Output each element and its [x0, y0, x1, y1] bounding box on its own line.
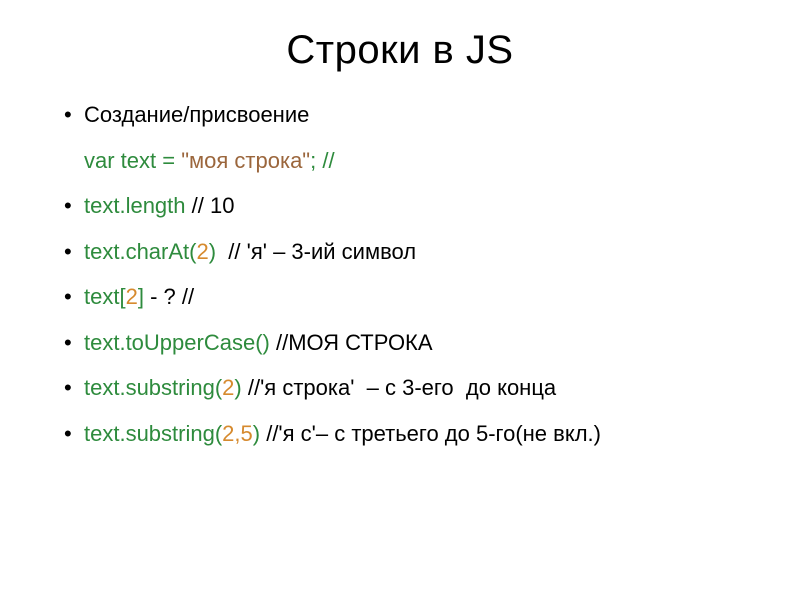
text-segment: ) — [253, 421, 260, 446]
text-segment: ) — [234, 375, 241, 400]
text-segment: 2,5 — [222, 421, 253, 446]
text-segment: "моя строка" — [181, 148, 310, 173]
text-segment: - ? // — [144, 284, 194, 309]
slide-body: Создание/присвоение var text = "моя строк… — [60, 101, 740, 447]
text-segment: var text = — [84, 148, 181, 173]
text-segment: 2 — [222, 375, 234, 400]
text-segment: //МОЯ СТРОКА — [270, 330, 433, 355]
body-line: text.toUpperCase() //МОЯ СТРОКА — [60, 329, 740, 357]
text-segment: ; // — [310, 148, 334, 173]
body-line: var text = "моя строка"; // — [60, 147, 740, 175]
text-segment: 2 — [196, 239, 208, 264]
text-segment: text.length — [84, 193, 186, 218]
text-segment: // 'я' – 3-ий символ — [222, 239, 416, 264]
text-segment: //'я строка' – с 3-его до конца — [242, 375, 556, 400]
slide: Строки в JS Создание/присвоение var text … — [0, 0, 800, 600]
body-line: text.substring(2,5) //'я с'– с третьего … — [60, 420, 740, 448]
text-segment: // 10 — [186, 193, 235, 218]
text-segment: Создание/присвоение — [84, 102, 309, 127]
body-line: text.charAt(2) // 'я' – 3-ий символ — [60, 238, 740, 266]
text-segment: text[ — [84, 284, 126, 309]
text-segment: ) — [209, 239, 222, 264]
body-line: text[2] - ? // — [60, 283, 740, 311]
text-segment: text.toUpperCase() — [84, 330, 270, 355]
text-segment: text.substring( — [84, 421, 222, 446]
text-segment: text.charAt( — [84, 239, 196, 264]
text-segment: //'я с'– с третьего до 5-го(не вкл.) — [260, 421, 601, 446]
body-line: Создание/присвоение — [60, 101, 740, 129]
text-segment: text.substring( — [84, 375, 222, 400]
text-segment: 2 — [126, 284, 138, 309]
body-line: text.length // 10 — [60, 192, 740, 220]
body-line: text.substring(2) //'я строка' – с 3-его… — [60, 374, 740, 402]
slide-title: Строки в JS — [60, 28, 740, 73]
